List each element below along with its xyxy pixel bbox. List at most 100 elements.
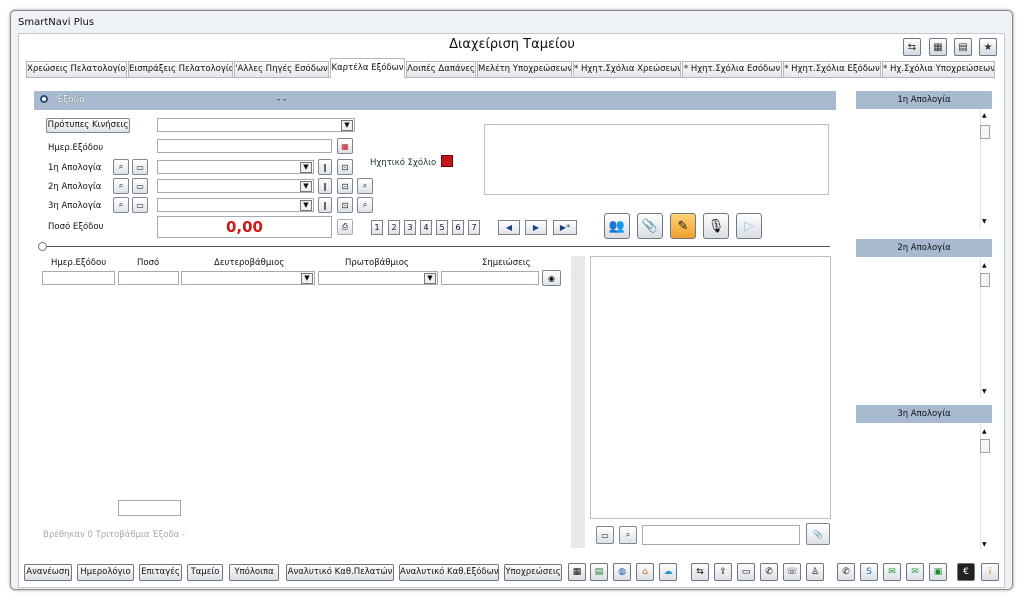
tab-expenses-card[interactable]: Καρτέλα Εξόδων: [330, 58, 405, 78]
eye-icon[interactable]: ◉: [542, 270, 561, 286]
grid-icon[interactable]: ▤: [954, 38, 972, 56]
scroll-up-icon[interactable]: ▲: [982, 112, 987, 119]
next-icon[interactable]: ▶: [525, 220, 547, 235]
calculator-icon[interactable]: ▦: [929, 38, 947, 56]
filter-primary[interactable]: [318, 271, 438, 285]
euro-icon[interactable]: €: [957, 563, 975, 581]
customer-ledger-button[interactable]: Αναλυτικό Καθ.Πελατών: [286, 564, 394, 581]
attachment-path[interactable]: [642, 525, 800, 545]
star-icon[interactable]: ★: [979, 38, 997, 56]
filter-amount[interactable]: [118, 271, 179, 285]
scroll-thumb[interactable]: [980, 439, 990, 453]
receipt2-select[interactable]: [157, 179, 314, 193]
tab-other-income[interactable]: 'Αλλες Πηγές Εσόδων: [234, 61, 329, 77]
balances-button[interactable]: Υπόλοιπα: [229, 564, 279, 581]
previous-icon[interactable]: ◀: [498, 220, 520, 235]
window-icon[interactable]: ▭: [737, 563, 755, 581]
scroll-up-icon[interactable]: ▲: [982, 262, 987, 269]
obligations-button[interactable]: Υποχρεώσεις: [504, 564, 562, 581]
preview-icon[interactable]: ⊡: [337, 178, 353, 194]
page-button[interactable]: 6: [452, 220, 464, 235]
page-button[interactable]: 7: [468, 220, 480, 235]
receipt3-select[interactable]: [157, 198, 314, 212]
info-icon[interactable]: i: [981, 563, 999, 581]
tab-voice-obligations[interactable]: * Ηχ.Σχόλια Υποχρεώσεων: [882, 61, 995, 77]
page-button[interactable]: 1: [371, 220, 383, 235]
zoom-doc-icon[interactable]: ⌕: [113, 159, 129, 175]
date-field[interactable]: [157, 139, 332, 153]
tab-voice-charges[interactable]: * Ηχητ.Σχόλια Χρεώσεων: [573, 61, 681, 77]
chevron-down-icon[interactable]: ▼: [300, 162, 312, 173]
scroll-thumb[interactable]: [980, 125, 990, 139]
page-button[interactable]: 4: [420, 220, 432, 235]
calendar-button[interactable]: Ημερολόγιο: [77, 564, 134, 581]
template-select[interactable]: [157, 118, 355, 132]
scroll-down-icon[interactable]: ▼: [982, 388, 987, 395]
scroll-thumb[interactable]: [980, 273, 990, 287]
paperclip-icon[interactable]: ∥: [318, 159, 332, 175]
chevron-down-icon[interactable]: ▼: [424, 273, 436, 284]
chevron-down-icon[interactable]: ▼: [300, 181, 312, 192]
upload-icon[interactable]: ⇪: [714, 563, 732, 581]
contacts-icon[interactable]: ☏: [783, 563, 801, 581]
chevron-down-icon[interactable]: ▼: [300, 200, 312, 211]
user-transfer-icon[interactable]: ⇆: [903, 38, 921, 56]
chevron-down-icon[interactable]: ▼: [301, 273, 313, 284]
cashbox-button[interactable]: Ταμείο: [187, 564, 223, 581]
divider-slider[interactable]: [44, 246, 830, 247]
phone-handset-icon[interactable]: ✆: [760, 563, 778, 581]
paste-icon[interactable]: ▭: [132, 159, 148, 175]
tab-voice-expenses[interactable]: * Ηχητ.Σχόλια Εξόδων: [783, 61, 881, 77]
page-button[interactable]: 2: [388, 220, 400, 235]
section-radio[interactable]: [40, 95, 48, 103]
paperclip-icon[interactable]: ∥: [318, 178, 332, 194]
page-button[interactable]: 5: [436, 220, 448, 235]
tab-obligations-study[interactable]: Μελέτη Υποχρεώσεων: [477, 61, 572, 77]
expense-ledger-button[interactable]: Αναλυτικό Καθ.Εξόδων: [399, 564, 499, 581]
paste-icon[interactable]: ▭: [132, 197, 148, 213]
preview-icon[interactable]: ⊡: [337, 197, 353, 213]
tab-customer-charges[interactable]: Χρεώσεις Πελατολογίου: [26, 61, 127, 77]
refresh-button[interactable]: Ανανέωση: [24, 564, 72, 581]
save-icon[interactable]: ▣: [929, 563, 947, 581]
scroll-down-icon[interactable]: ▼: [982, 218, 987, 225]
tab-other-costs[interactable]: Λοιπές Δαπάνες: [406, 61, 476, 77]
user-icon[interactable]: ♙: [806, 563, 824, 581]
calculator-icon[interactable]: ▦: [568, 563, 586, 581]
microphone-icon[interactable]: 🎙: [703, 213, 729, 239]
scroll-down-icon[interactable]: ▼: [982, 541, 987, 548]
filter-secondary[interactable]: [181, 271, 315, 285]
search-icon[interactable]: ⌕: [357, 197, 373, 213]
voice-record-icon[interactable]: [441, 155, 453, 167]
bank-icon[interactable]: ⌂: [636, 563, 654, 581]
zoom-doc-icon[interactable]: ⌕: [619, 526, 637, 544]
search-icon[interactable]: ⌕: [357, 178, 373, 194]
attachment-icon[interactable]: 📎: [637, 213, 663, 239]
cloud-icon[interactable]: ☁: [659, 563, 677, 581]
preview-icon[interactable]: ⊡: [337, 159, 353, 175]
amount-field[interactable]: 0,00: [157, 216, 332, 238]
voice-comment-box[interactable]: [484, 124, 829, 195]
template-moves-button[interactable]: Πρότυπες Κινήσεις: [46, 118, 130, 133]
tab-customer-receipts[interactable]: Εισπράξεις Πελατολογίου: [128, 61, 233, 77]
globe-icon[interactable]: ◍: [613, 563, 631, 581]
spreadsheet-icon[interactable]: ▤: [590, 563, 608, 581]
paperclip-icon[interactable]: 📎: [806, 523, 830, 545]
page-button[interactable]: 3: [404, 220, 416, 235]
slider-handle[interactable]: [38, 242, 47, 251]
sms-icon[interactable]: ✉: [906, 563, 924, 581]
users-icon[interactable]: 👥: [604, 213, 630, 239]
paste-icon[interactable]: ▭: [596, 526, 614, 544]
last-icon[interactable]: ▶*: [553, 220, 577, 235]
tab-voice-income[interactable]: * Ηχητ.Σχόλια Εσόδων: [682, 61, 782, 77]
zoom-doc-icon[interactable]: ⌕: [113, 197, 129, 213]
zoom-doc-icon[interactable]: ⌕: [113, 178, 129, 194]
filter-notes[interactable]: [441, 271, 539, 285]
calendar-icon[interactable]: ▦: [337, 138, 353, 154]
filter-date[interactable]: [42, 271, 115, 285]
play-icon[interactable]: ▷: [736, 213, 762, 239]
receipt1-select[interactable]: [157, 160, 314, 174]
chevron-down-icon[interactable]: ▼: [341, 120, 353, 131]
cheques-button[interactable]: Επιταγές: [139, 564, 182, 581]
total-field[interactable]: [118, 500, 181, 516]
